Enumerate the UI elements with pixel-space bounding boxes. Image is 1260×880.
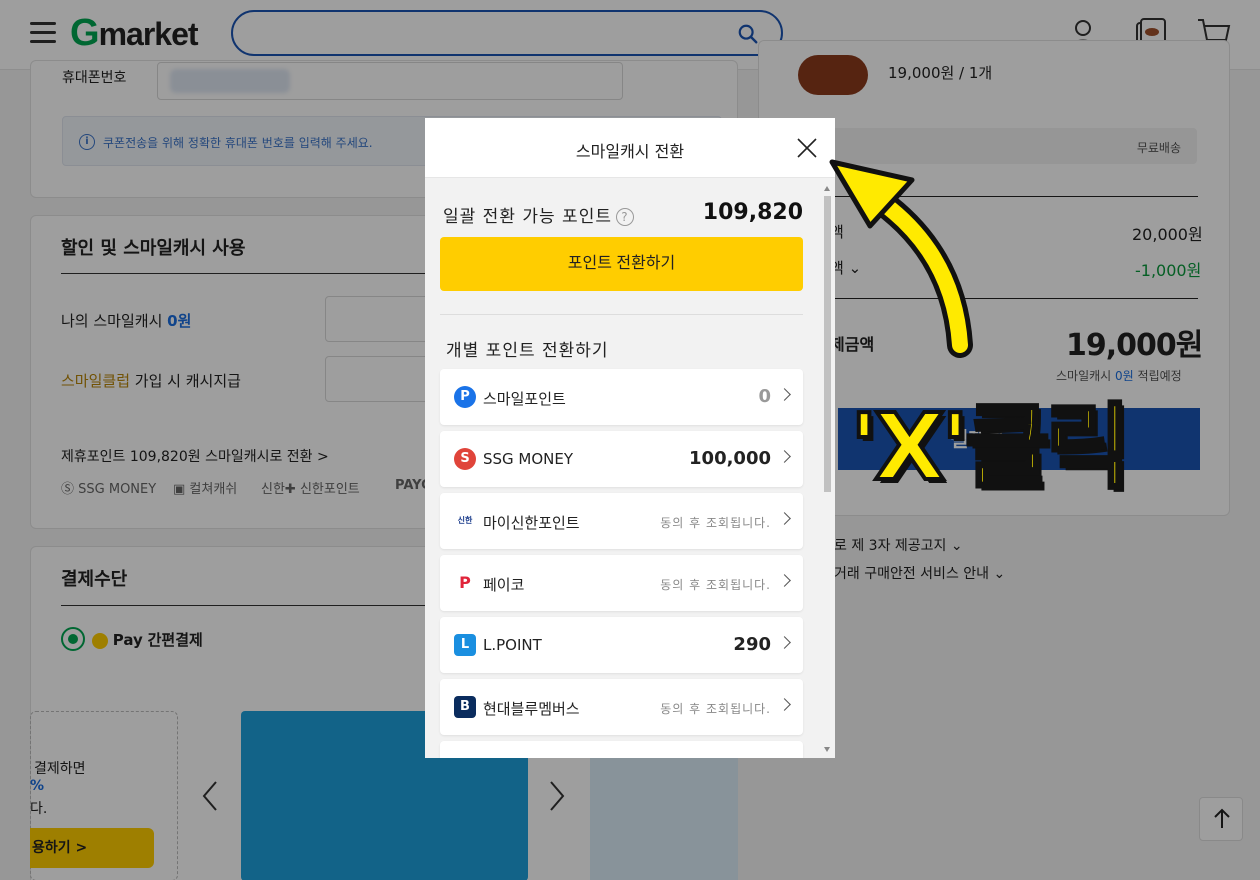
point-value: 0	[758, 386, 771, 407]
shinhan-icon: 신한	[452, 510, 478, 532]
modal-header: 스마일캐시 전환	[425, 118, 835, 178]
ssg-money-icon: S	[454, 448, 476, 470]
chevron-right-icon	[778, 636, 791, 649]
point-row-more[interactable]	[440, 741, 803, 758]
point-row-lpoint[interactable]: L L.POINT 290	[440, 617, 803, 673]
point-name: 마이신한포인트	[483, 514, 580, 532]
chevron-right-icon	[778, 574, 791, 587]
point-row-hyundai[interactable]: B 현대블루멤버스 동의 후 조회됩니다.	[440, 679, 803, 735]
bulk-value: 109,820	[702, 200, 803, 225]
lpoint-icon: L	[454, 634, 476, 656]
point-value: 290	[733, 634, 771, 655]
point-row-smile[interactable]: P 스마일포인트 0	[440, 369, 803, 425]
point-note: 동의 후 조회됩니다.	[660, 702, 771, 716]
modal-separator	[440, 314, 803, 315]
payco-icon: P	[454, 572, 476, 594]
smile-point-icon: P	[454, 386, 476, 408]
annotation-arrow-icon	[829, 159, 973, 358]
chevron-right-icon	[778, 450, 791, 463]
point-row-ssg[interactable]: S SSG MONEY 100,000	[440, 431, 803, 487]
convert-points-button[interactable]: 포인트 전환하기	[440, 237, 803, 291]
modal-body: 일괄 전환 가능 포인트? 109,820 포인트 전환하기 개별 포인트 전환…	[425, 178, 820, 758]
chevron-right-icon	[778, 388, 791, 401]
chevron-right-icon	[778, 512, 791, 525]
annotation-text: 'X'클릭	[848, 392, 1133, 503]
scroll-down-icon[interactable]	[824, 747, 830, 752]
point-row-payco[interactable]: P 페이코 동의 후 조회됩니다.	[440, 555, 803, 611]
close-icon[interactable]	[795, 136, 819, 160]
point-name: L.POINT	[483, 636, 542, 654]
bulk-label: 일괄 전환 가능 포인트?	[443, 202, 634, 227]
point-row-shinhan[interactable]: 신한 마이신한포인트 동의 후 조회됩니다.	[440, 493, 803, 549]
point-name: 페이코	[483, 576, 525, 594]
point-note: 동의 후 조회됩니다.	[660, 516, 771, 530]
help-icon[interactable]: ?	[615, 208, 634, 226]
smilecash-convert-modal: 스마일캐시 전환 일괄 전환 가능 포인트? 109,820 포인트 전환하기 …	[425, 118, 835, 758]
chevron-right-icon	[778, 698, 791, 711]
individual-title: 개별 포인트 전환하기	[446, 341, 609, 361]
hyundai-blue-icon: B	[454, 696, 476, 718]
point-name: SSG MONEY	[483, 450, 574, 468]
point-value: 100,000	[689, 448, 771, 469]
point-name: 현대블루멤버스	[483, 700, 580, 718]
modal-title: 스마일캐시 전환	[575, 142, 685, 161]
point-name: 스마일포인트	[483, 390, 566, 408]
point-note: 동의 후 조회됩니다.	[660, 578, 771, 592]
